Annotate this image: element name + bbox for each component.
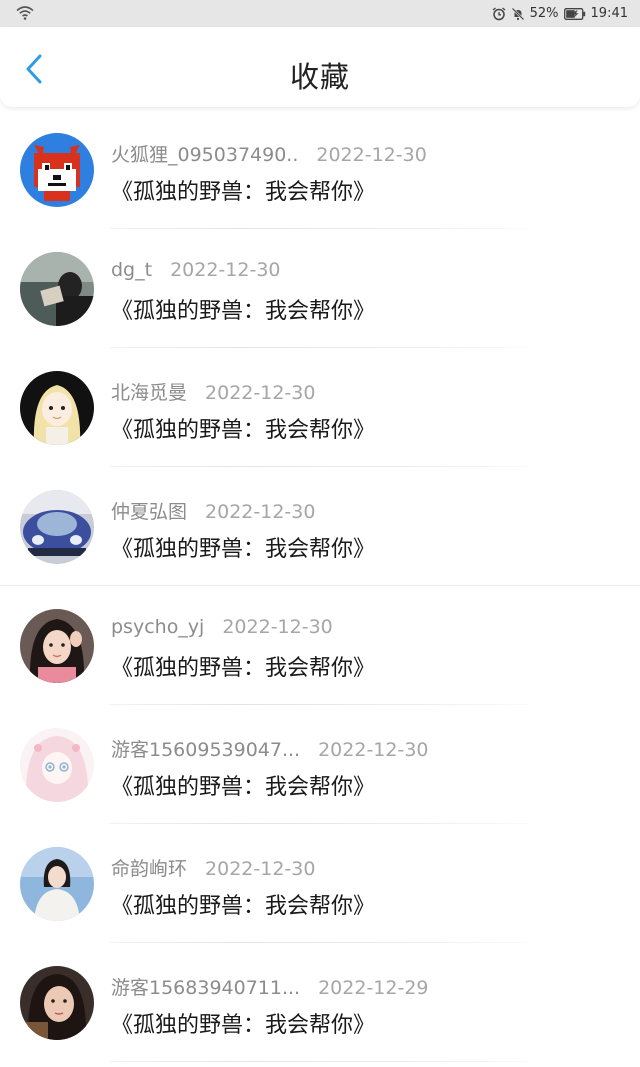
battery-charging-icon: [563, 7, 585, 20]
item-meta: dg_t 2022-12-30: [111, 259, 281, 281]
item-meta: 火狐狸_095037490.. 2022-12-30: [111, 140, 427, 167]
list-item[interactable]: psycho_yj 2022-12-30 《孤独的野兽：我会帮你》: [0, 586, 640, 705]
clock-time: 19:41: [590, 6, 628, 21]
list-item[interactable]: dg_t 2022-12-30 《孤独的野兽：我会帮你》: [0, 229, 640, 348]
divider: [110, 1061, 530, 1062]
item-meta: 游客15609539047... 2022-12-30: [111, 735, 429, 762]
pastel-anime-avatar[interactable]: [20, 728, 94, 802]
date: 2022-12-30: [205, 382, 316, 404]
anime-girl-avatar[interactable]: [20, 371, 94, 445]
woman-portrait-avatar[interactable]: [20, 966, 94, 1040]
date: 2022-12-30: [205, 858, 316, 880]
list-item[interactable]: 游客15683940711... 2022-12-29 《孤独的野兽：我会帮你》: [0, 943, 640, 1062]
username[interactable]: 游客15609539047...: [111, 739, 300, 761]
username[interactable]: psycho_yj: [111, 616, 204, 638]
username[interactable]: dg_t: [111, 259, 152, 281]
item-content[interactable]: 《孤独的野兽：我会帮你》: [111, 531, 375, 563]
date: 2022-12-29: [318, 977, 429, 999]
username[interactable]: 北海觅曼: [111, 382, 187, 404]
list-item[interactable]: 命韵峋环 2022-12-30 《孤独的野兽：我会帮你》: [0, 824, 640, 943]
item-content[interactable]: 《孤独的野兽：我会帮你》: [111, 650, 375, 682]
item-meta: 命韵峋环 2022-12-30: [111, 854, 315, 881]
page-title: 收藏: [289, 60, 350, 94]
mute-bell-icon: [511, 7, 524, 20]
item-content[interactable]: 《孤独的野兽：我会帮你》: [111, 1007, 375, 1039]
item-meta: 仲夏弘图 2022-12-30: [111, 497, 315, 524]
list-item[interactable]: 北海觅曼 2022-12-30 《孤独的野兽：我会帮你》: [0, 348, 640, 467]
status-bar: 52% 19:41: [0, 0, 640, 27]
username[interactable]: 仲夏弘图: [111, 501, 187, 523]
item-meta: 北海觅曼 2022-12-30: [111, 378, 315, 405]
username[interactable]: 火狐狸_095037490..: [111, 144, 298, 166]
date: 2022-12-30: [318, 739, 429, 761]
battery-percent: 52%: [529, 6, 559, 21]
username[interactable]: 游客15683940711...: [111, 977, 300, 999]
date: 2022-12-30: [205, 501, 316, 523]
date: 2022-12-30: [222, 616, 333, 638]
favorites-list: 火狐狸_095037490.. 2022-12-30 《孤独的野兽：我会帮你》 d…: [0, 110, 640, 1062]
item-content[interactable]: 《孤独的野兽：我会帮你》: [111, 769, 375, 801]
wifi-icon: [16, 6, 34, 20]
alarm-icon: [492, 6, 506, 20]
item-content[interactable]: 《孤独的野兽：我会帮你》: [111, 174, 375, 206]
list-item[interactable]: 仲夏弘图 2022-12-30 《孤独的野兽：我会帮你》: [0, 467, 640, 586]
woman-white-sweater-avatar[interactable]: [20, 847, 94, 921]
item-content[interactable]: 《孤独的野兽：我会帮你》: [111, 888, 375, 920]
item-content[interactable]: 《孤独的野兽：我会帮你》: [111, 293, 375, 325]
header-bar: 收藏: [0, 27, 640, 107]
item-content[interactable]: 《孤独的野兽：我会帮你》: [111, 412, 375, 444]
item-meta: psycho_yj 2022-12-30: [111, 616, 333, 638]
fox-pixel-avatar[interactable]: [20, 133, 94, 207]
list-item[interactable]: 游客15609539047... 2022-12-30 《孤独的野兽：我会帮你》: [0, 705, 640, 824]
date: 2022-12-30: [170, 259, 281, 281]
date: 2022-12-30: [316, 144, 427, 166]
item-meta: 游客15683940711... 2022-12-29: [111, 973, 429, 1000]
girl-photo-avatar[interactable]: [20, 609, 94, 683]
car-avatar[interactable]: [20, 490, 94, 564]
username[interactable]: 命韵峋环: [111, 858, 187, 880]
reading-person-avatar[interactable]: [20, 252, 94, 326]
list-item[interactable]: 火狐狸_095037490.. 2022-12-30 《孤独的野兽：我会帮你》: [0, 110, 640, 229]
